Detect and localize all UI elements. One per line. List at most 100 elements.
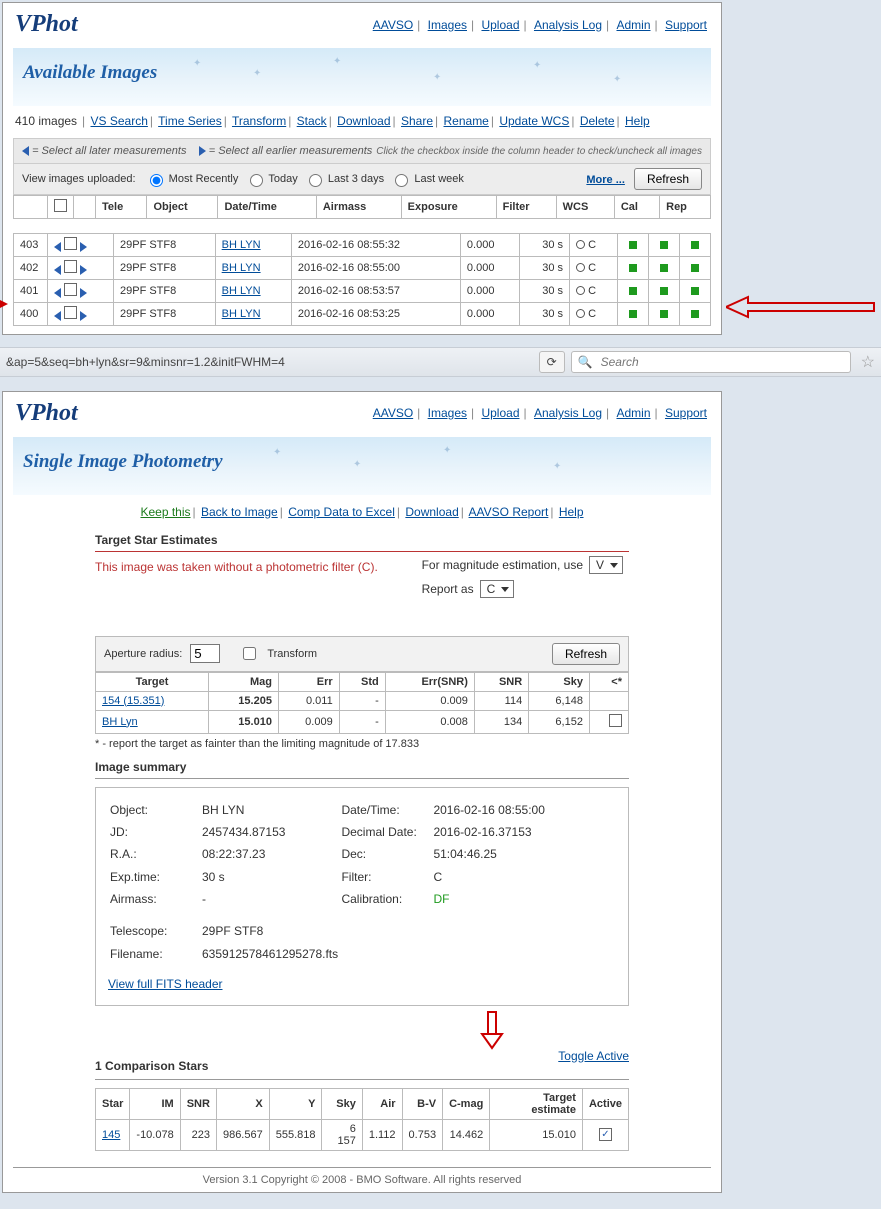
bookmark-star-icon[interactable]: ☆ [861,352,875,372]
rep-ok-icon [691,241,699,249]
upload-filter-bar: View images uploaded: Most Recently Toda… [13,164,711,195]
nav-analysis-log[interactable]: Analysis Log [534,18,602,32]
images-rows: 403 29PF STF8 BH LYN 2016-02-16 08:55:32… [13,233,711,326]
aavso-report-link[interactable]: AAVSO Report [469,505,549,519]
toolbar: 410 images| VS Search| Time Series| Tran… [3,108,721,134]
image-count: 410 images [15,114,77,128]
vphot-logo: VPhot [15,11,78,38]
table-row[interactable]: 400 29PF STF8 BH LYN 2016-02-16 08:53:25… [14,302,711,325]
vphot-logo-2: VPhot [15,400,78,427]
select-later-label: = Select all later measurements [32,145,186,157]
tool-transform[interactable]: Transform [232,114,286,128]
banner-title-2: Single Image Photometry [23,451,223,473]
target-footnote: * - report the target as fainter than th… [95,738,629,750]
filter-3days[interactable] [309,174,322,187]
nav-admin[interactable]: Admin [616,18,650,32]
available-images-panel: VPhot AAVSO| Images| Upload| Analysis Lo… [2,2,722,335]
images-table: Tele Object Date/Time Airmass Exposure F… [13,195,711,233]
back-to-image-link[interactable]: Back to Image [201,505,278,519]
next-icon[interactable] [80,242,87,252]
tool-help[interactable]: Help [625,114,650,128]
nav-support[interactable]: Support [665,18,707,32]
toggle-active-link[interactable]: Toggle Active [558,1049,629,1063]
nav-images[interactable]: Images [428,18,467,32]
check-all[interactable] [54,199,67,212]
tool-stack[interactable]: Stack [297,114,327,128]
select-earlier-label: = Select all earlier measurements [209,145,373,157]
address-bar: &ap=5&seq=bh+lyn&sr=9&minsnr=1.2&initFWH… [0,347,881,377]
target-row: 154 (15.351) 15.205 0.011 - 0.009 114 6,… [96,691,629,710]
target-link[interactable]: BH Lyn [102,716,138,728]
object-link[interactable]: BH LYN [222,239,261,251]
nav-aavso[interactable]: AAVSO [373,18,413,32]
image-summary-heading: Image summary [95,760,721,774]
table-row[interactable]: 402 29PF STF8 BH LYN 2016-02-16 08:55:00… [14,256,711,279]
target-table: Target Mag Err Std Err(SNR) SNR Sky <* 1… [95,672,629,734]
tool-rename[interactable]: Rename [444,114,489,128]
keep-this-link[interactable]: Keep this [140,505,190,519]
refresh-button-2[interactable]: Refresh [552,643,620,665]
filter-warning: This image was taken without a photometr… [95,560,721,574]
reload-button[interactable]: ⟳ [539,351,565,373]
url-fragment: &ap=5&seq=bh+lyn&sr=9&minsnr=1.2&initFWH… [6,355,285,369]
comp-excel-link[interactable]: Comp Data to Excel [288,505,395,519]
comp-stars-heading: 1 Comparison Stars [95,1059,208,1073]
single-image-panel: VPhot AAVSO| Images| Upload| Analysis Lo… [2,391,722,1193]
filter-lastweek[interactable] [395,174,408,187]
tool-time-series[interactable]: Time Series [158,114,222,128]
banner-2: Single Image Photometry ✦✦ ✦✦ [13,437,711,495]
tool-vs-search[interactable]: VS Search [91,114,148,128]
tool-update-wcs[interactable]: Update WCS [499,114,569,128]
report-as-label: Report as [422,582,474,596]
comp-star-link[interactable]: 145 [102,1129,120,1141]
refresh-button[interactable]: Refresh [634,168,702,190]
more-link[interactable]: More ... [586,174,625,186]
tool-delete[interactable]: Delete [580,114,615,128]
nav-upload[interactable]: Upload [481,18,519,32]
banner: Available Images ✦✦ ✦✦ ✦✦ [13,48,711,106]
comp-stars-table: Star IM SNR X Y Sky Air B-V C-mag Target… [95,1088,629,1151]
triangle-right-icon[interactable] [199,146,206,156]
target-link[interactable]: 154 (15.351) [102,695,164,707]
image-summary: Object:BH LYN Date/Time:2016-02-16 08:55… [95,787,629,1006]
view-fits-header-link[interactable]: View full FITS header [108,974,223,994]
mag-est-select[interactable]: V [589,556,623,574]
transform-label: Transform [267,648,317,660]
active-checkbox[interactable]: ✓ [599,1128,612,1141]
annotation-marker [0,295,10,316]
aperture-input[interactable] [190,644,220,663]
tool-download[interactable]: Download [337,114,390,128]
triangle-left-icon[interactable] [22,146,29,156]
filter-most-recently[interactable] [150,174,163,187]
transform-checkbox[interactable] [243,647,256,660]
target-row: BH Lyn 15.010 0.009 - 0.008 134 6,152 [96,710,629,733]
search-box[interactable]: 🔍 [571,351,851,373]
checkbox-hint: Click the checkbox inside the column hea… [376,146,702,157]
row-checkbox[interactable] [64,237,77,250]
aperture-label: Aperture radius: [104,648,182,660]
cal-ok-icon [660,241,668,249]
copyright: Version 3.1 Copyright © 2008 - BMO Softw… [13,1167,711,1186]
target-estimates-heading: Target Star Estimates [95,533,721,547]
tool-share[interactable]: Share [401,114,433,128]
table-row[interactable]: 403 29PF STF8 BH LYN 2016-02-16 08:55:32… [14,233,711,256]
wcs-ok-icon [629,241,637,249]
annotation-arrow-down [263,1010,721,1053]
top-nav-2: AAVSO| Images| Upload| Analysis Log| Adm… [371,406,709,420]
reload-icon: ⟳ [547,355,557,369]
table-row[interactable]: 401 29PF STF8 BH LYN 2016-02-16 08:53:57… [14,279,711,302]
aperture-bar: Aperture radius: Transform Refresh [95,636,629,672]
help-link[interactable]: Help [559,505,584,519]
search-icon: 🔍 [578,355,593,369]
search-input[interactable] [599,354,844,370]
fainter-checkbox[interactable] [609,714,622,727]
table-header-row: Tele Object Date/Time Airmass Exposure F… [14,196,711,219]
comp-row: 145 -10.078 223 986.567 555.818 6 157 1.… [96,1119,629,1150]
filter-icon [576,240,585,249]
banner-title: Available Images [23,62,157,84]
report-as-select[interactable]: C [480,580,514,598]
prev-icon[interactable] [54,242,61,252]
filter-label: View images uploaded: [22,173,136,185]
filter-today[interactable] [250,174,263,187]
download-link[interactable]: Download [405,505,458,519]
